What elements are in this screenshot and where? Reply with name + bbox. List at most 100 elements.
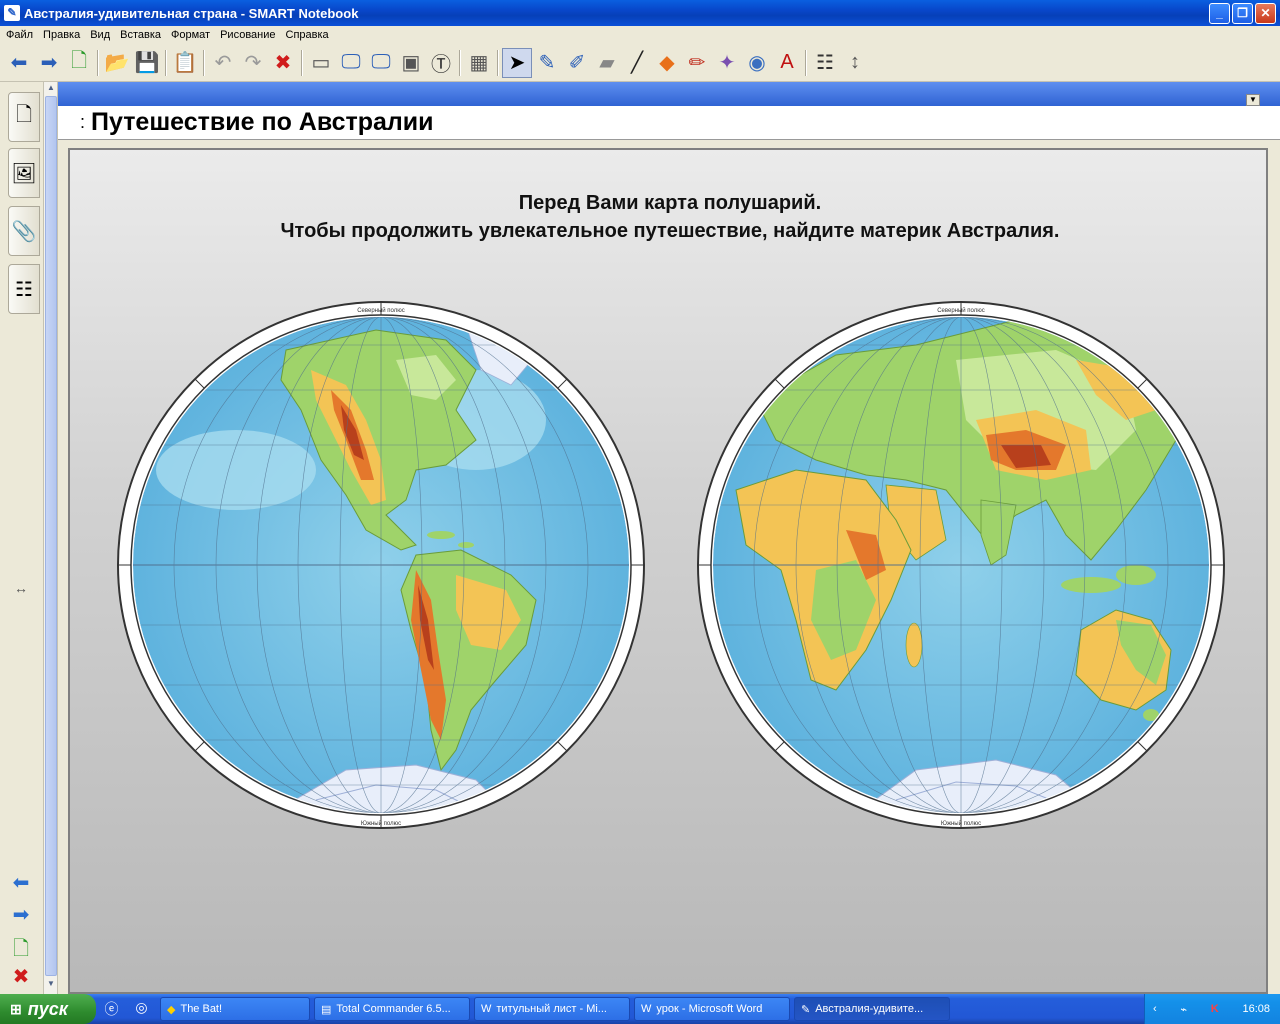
move-toolbar-icon[interactable]: ↕ bbox=[840, 48, 870, 78]
close-button[interactable]: ✕ bbox=[1255, 2, 1276, 24]
gallery-tab[interactable]: 🖼 bbox=[8, 148, 40, 198]
main-toolbar: ⬅ ➡ 🗋 📂 💾 📋 ↶ ↷ ✖ ▭ 🖵 🖵 ▣ Ⓣ ▦ ➤ ✎ ✐ ▰ ╱ … bbox=[0, 44, 1280, 82]
clock[interactable]: 16:08 bbox=[1242, 1003, 1270, 1015]
start-button[interactable]: ⊞ пуск bbox=[0, 994, 96, 1024]
pen-icon[interactable]: ✎ bbox=[532, 48, 562, 78]
menu-insert[interactable]: Вставка bbox=[116, 29, 167, 41]
windows-taskbar: ⊞ пуск ⓔ ◎ ◆ The Bat! ▤ Total Commander … bbox=[0, 994, 1280, 1024]
task-word-lesson[interactable]: W урок - Microsoft Word bbox=[634, 997, 790, 1021]
attachments-tab[interactable]: 📎 bbox=[8, 206, 40, 256]
word-icon: W bbox=[481, 1003, 492, 1015]
next-page-icon[interactable]: ➡ bbox=[8, 902, 34, 928]
menu-help[interactable]: Справка bbox=[282, 29, 335, 41]
task-word-title-page[interactable]: W титульный лист - Mi... bbox=[474, 997, 630, 1021]
slide-heading-line-2: Чтобы продолжить увлекательное путешеств… bbox=[280, 220, 1060, 242]
paperclip-icon: 📎 bbox=[11, 220, 37, 243]
page-sorter-icon: 🗋 bbox=[15, 104, 33, 126]
eraser-icon[interactable]: ▰ bbox=[592, 48, 622, 78]
title-prefix: : bbox=[80, 112, 86, 132]
south-pole-label: Южный полюс bbox=[361, 820, 401, 827]
eastern-hemisphere-map[interactable]: Северный полюс Южный полюс bbox=[696, 300, 1226, 830]
smart-notebook-app-icon: ✎ bbox=[4, 5, 20, 21]
paste-icon[interactable]: 📋 bbox=[170, 48, 200, 78]
magic-pen-icon[interactable]: ✏ bbox=[682, 48, 712, 78]
line-icon[interactable]: ╱ bbox=[622, 48, 652, 78]
capture-icon[interactable]: ▣ bbox=[396, 48, 426, 78]
redo-icon[interactable]: ↷ bbox=[238, 48, 268, 78]
shape-recognition-icon[interactable]: ✦ bbox=[712, 48, 742, 78]
menu-file[interactable]: Файл bbox=[2, 29, 39, 41]
toolbar-separator bbox=[301, 49, 303, 76]
menu-edit[interactable]: Правка bbox=[39, 29, 86, 41]
window-title: Австралия-удивительная страна - SMART No… bbox=[24, 5, 359, 21]
undo-icon[interactable]: ↶ bbox=[208, 48, 238, 78]
task-label: The Bat! bbox=[180, 1003, 223, 1015]
new-page-icon[interactable]: 🗋 bbox=[64, 48, 94, 78]
table-icon[interactable]: ▦ bbox=[464, 48, 494, 78]
internet-explorer-icon[interactable]: ⓔ bbox=[104, 999, 118, 1019]
dual-page-icon[interactable]: 🖵 bbox=[366, 48, 396, 78]
south-pole-label-east: Южный полюс bbox=[941, 820, 981, 827]
network-icon[interactable]: ⌁ bbox=[1180, 1003, 1187, 1016]
page-title-bar: : Путешествие по Австралии bbox=[58, 106, 1280, 140]
forward-arrow-icon[interactable]: ➡ bbox=[34, 48, 64, 78]
minimize-button[interactable]: _ bbox=[1209, 2, 1230, 24]
delete-icon[interactable]: ✖ bbox=[268, 48, 298, 78]
maximize-button[interactable]: ❐ bbox=[1232, 2, 1253, 24]
scroll-down-icon[interactable]: ▼ bbox=[45, 979, 57, 991]
word-icon: W bbox=[641, 1003, 652, 1015]
page-sorter-tab[interactable]: 🗋 bbox=[8, 92, 40, 142]
slide-canvas[interactable]: Перед Вами карта полушарий. Чтобы продол… bbox=[68, 148, 1268, 994]
toolbar-separator bbox=[497, 49, 499, 76]
windows-logo-icon: ⊞ bbox=[10, 1000, 22, 1017]
vertical-scrollbar[interactable]: ▲ ▼ bbox=[44, 82, 58, 994]
text-icon[interactable]: A bbox=[772, 48, 802, 78]
task-total-commander[interactable]: ▤ Total Commander 6.5... bbox=[314, 997, 470, 1021]
menu-format[interactable]: Формат bbox=[167, 29, 216, 41]
screen-shade-icon[interactable]: ▭ bbox=[306, 48, 336, 78]
tray-expand-icon[interactable]: ‹ bbox=[1153, 1003, 1157, 1015]
creative-pen-icon[interactable]: ✐ bbox=[562, 48, 592, 78]
properties-tab[interactable]: ☷ bbox=[8, 264, 40, 314]
menu-bar: Файл Правка Вид Вставка Формат Рисование… bbox=[0, 26, 1280, 44]
select-arrow-icon[interactable]: ➤ bbox=[502, 47, 532, 78]
open-folder-icon[interactable]: 📂 bbox=[102, 48, 132, 78]
page-header-bar: ▼ bbox=[58, 82, 1280, 106]
text-tool-icon[interactable]: Ⓣ bbox=[426, 48, 456, 78]
media-player-icon[interactable]: ◎ bbox=[135, 999, 147, 1019]
toolbar-separator bbox=[97, 49, 99, 76]
previous-page-icon[interactable]: ⬅ bbox=[8, 870, 34, 896]
task-label: урок - Microsoft Word bbox=[656, 1003, 763, 1015]
add-page-icon[interactable]: 🗋 bbox=[8, 934, 34, 960]
task-smart-notebook[interactable]: ✎ Австралия-удивите... bbox=[794, 997, 950, 1021]
properties-tab-icon: ☷ bbox=[15, 278, 33, 301]
north-pole-label-east: Северный полюс bbox=[937, 307, 985, 314]
scroll-thumb[interactable] bbox=[45, 96, 57, 976]
save-icon[interactable]: 💾 bbox=[132, 48, 162, 78]
shapes-icon[interactable]: ◆ bbox=[652, 48, 682, 78]
resize-sidebar-icon[interactable]: ↔ bbox=[8, 580, 34, 606]
page-menu-dropdown[interactable]: ▼ bbox=[1246, 94, 1260, 106]
toolbar-separator bbox=[203, 49, 205, 76]
back-arrow-icon[interactable]: ⬅ bbox=[4, 48, 34, 78]
properties-icon[interactable]: ☷ bbox=[810, 48, 840, 78]
antivirus-icon[interactable]: K bbox=[1211, 1003, 1219, 1015]
scroll-up-icon[interactable]: ▲ bbox=[45, 83, 57, 95]
task-label: Австралия-удивите... bbox=[815, 1003, 924, 1015]
north-pole-label: Северный полюс bbox=[357, 307, 405, 314]
menu-view[interactable]: Вид bbox=[86, 29, 116, 41]
task-label: титульный лист - Mi... bbox=[496, 1003, 607, 1015]
toolbar-separator bbox=[459, 49, 461, 76]
toolbar-separator bbox=[165, 49, 167, 76]
western-hemisphere-map[interactable]: Северный полюс Южный полюс bbox=[116, 300, 646, 830]
quick-launch: ⓔ ◎ bbox=[96, 999, 156, 1019]
menu-draw[interactable]: Рисование bbox=[216, 29, 281, 41]
task-the-bat[interactable]: ◆ The Bat! bbox=[160, 997, 310, 1021]
fill-icon[interactable]: ◉ bbox=[742, 48, 772, 78]
start-label: пуск bbox=[27, 998, 68, 1019]
the-bat-icon: ◆ bbox=[167, 1003, 176, 1016]
system-tray: ‹ ⌁ K 16:08 bbox=[1144, 994, 1280, 1024]
delete-page-icon[interactable]: ✖ bbox=[8, 964, 34, 990]
gallery-icon: 🖼 bbox=[11, 162, 37, 185]
full-screen-icon[interactable]: 🖵 bbox=[336, 48, 366, 78]
